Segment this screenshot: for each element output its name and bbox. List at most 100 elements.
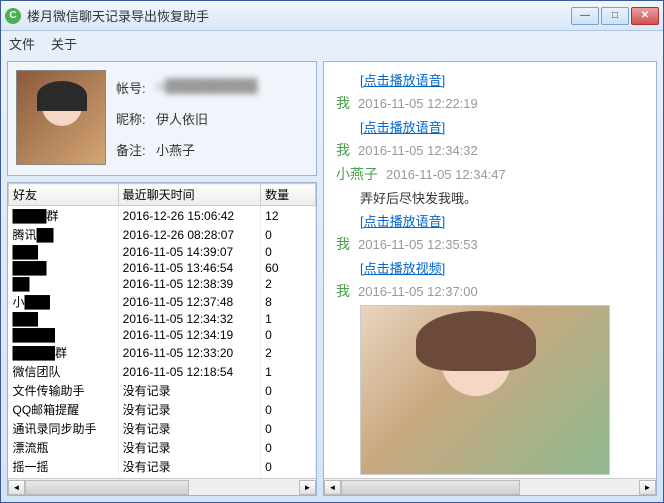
cell-count: 12 [261,206,316,226]
table-row[interactable]: 通讯录同步助手没有记录0 [9,419,316,438]
app-icon: C [5,8,21,24]
remark-label: 备注: [116,140,156,159]
chat-image[interactable] [360,305,610,475]
menubar: 文件 关于 [1,31,663,55]
remark-value: 小燕子 [156,140,195,159]
cell-friend: ████ [9,260,119,276]
cell-count: 0 [261,244,316,260]
message-sender: 我 [336,140,350,160]
chat-hscroll-track[interactable] [341,480,639,495]
chat-scroll[interactable]: [点击播放语音]我2016-11-05 12:22:19[点击播放语音]我201… [324,62,656,478]
table-row[interactable]: 摇一摇没有记录0 [9,457,316,476]
hscroll-left-icon[interactable]: ◄ [8,480,25,495]
cell-count: 60 [261,260,316,276]
hscroll-thumb[interactable] [25,480,189,495]
window-controls: — □ ✕ [571,7,659,25]
friend-table-scroll[interactable]: 好友 最近聊天时间 数量 ████群2016-12-26 15:06:4212腾… [8,183,316,478]
menu-about[interactable]: 关于 [51,34,77,53]
table-row[interactable]: 小███2016-11-05 12:37:488 [9,292,316,311]
table-row[interactable]: QQ邮箱提醒没有记录0 [9,400,316,419]
menu-file[interactable]: 文件 [9,34,35,53]
hscroll-right-icon[interactable]: ► [299,480,316,495]
message-sender: 我 [336,281,350,301]
cell-time: 2016-11-05 12:18:54 [118,362,261,381]
cell-count: 0 [261,400,316,419]
table-row[interactable]: 微信团队2016-11-05 12:18:541 [9,362,316,381]
cell-friend: 漂流瓶 [9,438,119,457]
window-title: 楼月微信聊天记录导出恢复助手 [27,6,571,25]
cell-time: 2016-11-05 13:46:54 [118,260,261,276]
chat-hscroll-left-icon[interactable]: ◄ [324,480,341,495]
cell-time: 2016-11-05 12:37:48 [118,292,261,311]
cell-friend: 微信团队 [9,362,119,381]
cell-time: 没有记录 [118,400,261,419]
table-row[interactable]: 文件传输助手没有记录0 [9,381,316,400]
cell-time: 2016-11-05 12:34:32 [118,311,261,327]
cell-time: 2016-11-05 12:38:39 [118,276,261,292]
chat-hscroll-thumb[interactable] [341,480,520,495]
table-row[interactable]: █████群2016-11-05 12:33:202 [9,343,316,362]
play-audio-link[interactable]: [点击播放语音] [360,117,644,136]
message-text: 弄好后尽快发我哦。 [360,188,644,207]
cell-friend: 文件传输助手 [9,381,119,400]
cell-count: 1 [261,311,316,327]
close-button[interactable]: ✕ [631,7,659,25]
message-time: 2016-11-05 12:22:19 [358,96,478,111]
cell-friend: 通讯录同步助手 [9,419,119,438]
cell-count: 0 [261,327,316,343]
cell-friend: ███ [9,244,119,260]
cell-time: 2016-11-05 12:33:20 [118,343,261,362]
message-header: 我2016-11-05 12:22:19 [336,93,644,113]
table-row[interactable]: ███2016-11-05 12:34:321 [9,311,316,327]
message-header: 小燕子2016-11-05 12:34:47 [336,164,644,184]
friend-table-box: 好友 最近聊天时间 数量 ████群2016-12-26 15:06:4212腾… [7,182,317,496]
play-video-link[interactable]: [点击播放视频] [360,258,644,277]
friend-table: 好友 最近聊天时间 数量 ████群2016-12-26 15:06:4212腾… [8,183,316,478]
message-header: 我2016-11-05 12:35:53 [336,234,644,254]
cell-count: 2 [261,343,316,362]
cell-friend: █████群 [9,343,119,362]
cell-time: 2016-11-05 12:34:19 [118,327,261,343]
chat-pane: [点击播放语音]我2016-11-05 12:22:19[点击播放语音]我201… [323,61,657,496]
avatar [16,70,106,165]
message-time: 2016-11-05 12:37:00 [358,284,478,299]
nickname-label: 昵称: [116,109,156,128]
maximize-button[interactable]: □ [601,7,629,25]
app-window: C 楼月微信聊天记录导出恢复助手 — □ ✕ 文件 关于 帐号: w██████… [0,0,664,503]
col-count[interactable]: 数量 [261,184,316,206]
cell-count: 8 [261,292,316,311]
cell-count: 1 [261,362,316,381]
horizontal-scrollbar[interactable]: ◄ ► [8,478,316,495]
table-row[interactable]: █████2016-11-05 12:34:190 [9,327,316,343]
col-friend[interactable]: 好友 [9,184,119,206]
play-audio-link[interactable]: [点击播放语音] [360,70,644,89]
minimize-button[interactable]: — [571,7,599,25]
cell-friend: QQ邮箱提醒 [9,400,119,419]
table-row[interactable]: 腾讯██2016-12-26 08:28:070 [9,225,316,244]
cell-count: 2 [261,276,316,292]
profile-info: 帐号: w██████████ 昵称: 伊人依旧 备注: 小燕子 [116,70,258,167]
cell-friend: ████群 [9,206,119,226]
table-row[interactable]: ██2016-11-05 12:38:392 [9,276,316,292]
account-label: 帐号: [116,78,156,97]
cell-friend: ██ [9,276,119,292]
play-audio-link[interactable]: [点击播放语音] [360,211,644,230]
cell-count: 0 [261,457,316,476]
table-row[interactable]: ████群2016-12-26 15:06:4212 [9,206,316,226]
titlebar[interactable]: C 楼月微信聊天记录导出恢复助手 — □ ✕ [1,1,663,31]
cell-count: 0 [261,438,316,457]
message-time: 2016-11-05 12:34:32 [358,143,478,158]
message-time: 2016-11-05 12:35:53 [358,237,478,252]
client-area: 帐号: w██████████ 昵称: 伊人依旧 备注: 小燕子 [1,55,663,502]
message-header: 我 2016-11-05 12:37:00 [336,281,644,301]
table-row[interactable]: ███2016-11-05 14:39:070 [9,244,316,260]
col-time[interactable]: 最近聊天时间 [118,184,261,206]
cell-count: 0 [261,225,316,244]
cell-count: 0 [261,419,316,438]
hscroll-track[interactable] [25,480,299,495]
cell-time: 2016-11-05 14:39:07 [118,244,261,260]
chat-hscroll-right-icon[interactable]: ► [639,480,656,495]
chat-hscrollbar[interactable]: ◄ ► [324,478,656,495]
table-row[interactable]: ████2016-11-05 13:46:5460 [9,260,316,276]
table-row[interactable]: 漂流瓶没有记录0 [9,438,316,457]
